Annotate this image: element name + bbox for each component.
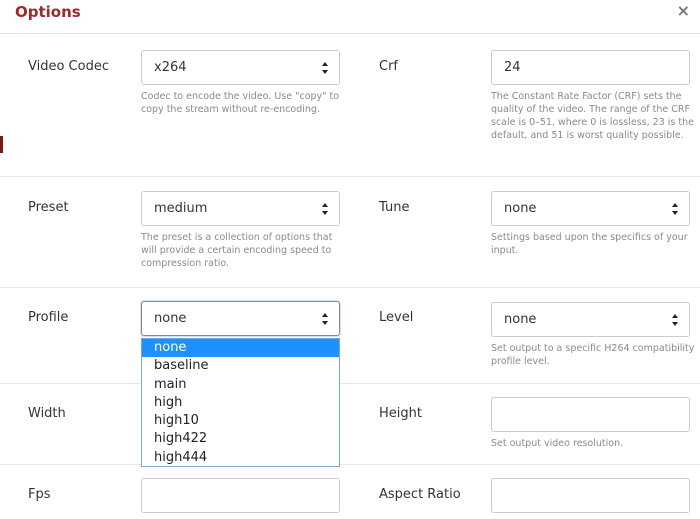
row-divider <box>0 383 700 384</box>
crf-input[interactable]: 24 <box>491 50 690 85</box>
width-label: Width <box>28 406 66 421</box>
profile-select[interactable]: none <box>141 301 340 336</box>
preset-label: Preset <box>28 200 69 215</box>
row-divider <box>0 176 700 177</box>
level-value: none <box>504 312 537 327</box>
profile-value: none <box>154 311 187 326</box>
profile-label: Profile <box>28 310 69 325</box>
preset-value: medium <box>154 201 208 216</box>
profile-option-high[interactable]: high <box>142 394 339 412</box>
tune-label: Tune <box>379 200 410 215</box>
height-help: Set output video resolution. <box>491 438 624 449</box>
tune-value: none <box>504 201 537 216</box>
level-help: Set output to a specific H264 compatibil… <box>491 343 695 367</box>
fps-label: Fps <box>28 487 51 502</box>
profile-option-main[interactable]: main <box>142 376 339 394</box>
crf-label: Crf <box>379 59 398 74</box>
modal-header: Options × <box>0 0 700 34</box>
select-caret-icon <box>672 203 678 215</box>
aspect-ratio-input[interactable] <box>491 478 690 513</box>
select-caret-icon <box>322 203 328 215</box>
video-codec-select[interactable]: x264 <box>141 50 340 85</box>
level-select[interactable]: none <box>491 302 690 337</box>
video-codec-label: Video Codec <box>28 59 109 74</box>
row-divider <box>0 464 700 465</box>
tune-help: Settings based upon the specifics of you… <box>491 232 688 256</box>
options-modal: Options × Video Codec x264 Codec to enco… <box>0 0 700 519</box>
profile-option-high10[interactable]: high10 <box>142 412 339 430</box>
modal-title: Options <box>15 3 81 21</box>
profile-option-baseline[interactable]: baseline <box>142 357 339 375</box>
row-divider <box>0 287 700 288</box>
profile-dropdown-list[interactable]: none baseline main high high10 high422 h… <box>141 338 340 467</box>
aspect-ratio-label: Aspect Ratio <box>379 487 461 502</box>
level-label: Level <box>379 310 414 325</box>
video-codec-value: x264 <box>154 60 187 75</box>
preset-help: The preset is a collection of options th… <box>141 232 333 269</box>
crf-help: The Constant Rate Factor (CRF) sets the … <box>491 91 694 141</box>
profile-option-none[interactable]: none <box>142 339 339 358</box>
video-codec-help: Codec to encode the video. Use "copy" to… <box>141 91 340 115</box>
select-caret-icon <box>672 314 678 326</box>
crf-value: 24 <box>504 60 521 75</box>
height-input[interactable] <box>491 397 690 432</box>
select-caret-icon <box>322 62 328 74</box>
profile-option-high444[interactable]: high444 <box>142 449 339 467</box>
close-icon[interactable]: × <box>677 2 690 20</box>
preset-select[interactable]: medium <box>141 191 340 226</box>
fps-input[interactable] <box>141 478 340 513</box>
profile-option-high422[interactable]: high422 <box>142 430 339 448</box>
height-label: Height <box>379 406 422 421</box>
select-caret-icon <box>322 313 328 325</box>
tune-select[interactable]: none <box>491 191 690 226</box>
left-edge-marker <box>0 136 3 153</box>
